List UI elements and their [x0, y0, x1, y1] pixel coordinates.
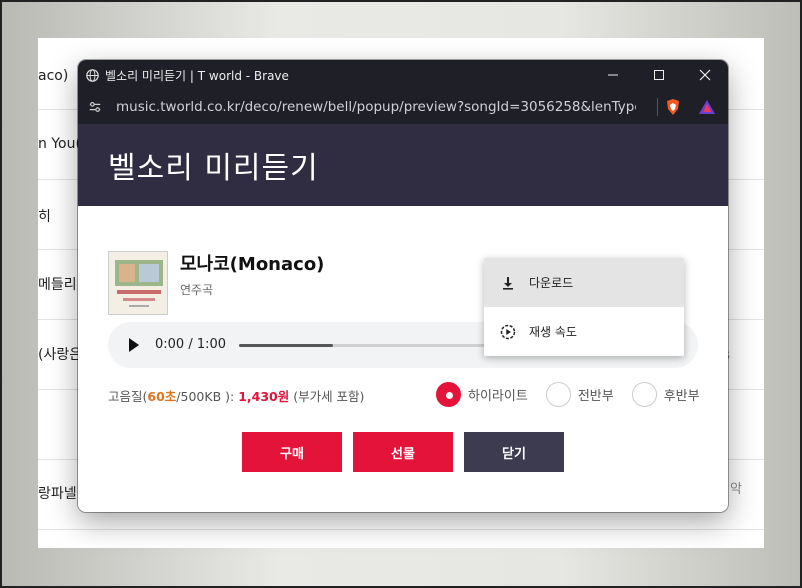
player-context-menu: 다운로드 재생 속도 — [484, 258, 684, 356]
progress-slider[interactable] — [239, 344, 499, 347]
globe-icon — [86, 68, 99, 82]
song-subtitle: 연주곡 — [180, 283, 214, 297]
tax-note: (부가세 포함) — [289, 389, 365, 404]
time-display: 0:00 / 1:00 — [155, 337, 227, 352]
play-icon[interactable] — [128, 337, 140, 353]
option-label: 하이라이트 — [468, 389, 528, 404]
bg-row-text: aco) — [38, 68, 69, 84]
option-label: 후반부 — [663, 389, 700, 404]
bg-row-text: 메들리 — [38, 277, 77, 293]
url-text[interactable]: music.tworld.co.kr/deco/renew/bell/popup… — [116, 99, 636, 115]
page-title: 벨소리 미리듣기 — [108, 151, 319, 186]
close-icon — [699, 69, 711, 81]
window-titlebar[interactable]: 벨소리 미리듣기 | T world - Brave — [78, 60, 728, 90]
radio-button[interactable] — [436, 382, 461, 407]
duration-value: 60초 — [147, 389, 177, 404]
menu-item-playback-speed[interactable]: 재생 속도 — [484, 307, 684, 356]
song-title: 모나코(Monaco) — [180, 254, 325, 275]
option-highlight[interactable]: 하이라이트 — [436, 382, 528, 407]
download-icon — [503, 276, 513, 290]
minimize-icon — [608, 74, 618, 76]
option-first-half[interactable]: 전반부 — [545, 382, 614, 407]
brave-rewards-icon[interactable] — [698, 98, 716, 116]
size-value: /500KB ): — [176, 389, 239, 404]
gift-button[interactable]: 선물 — [353, 432, 453, 472]
option-second-half[interactable]: 후반부 — [631, 382, 700, 407]
playback-speed-icon — [500, 324, 516, 339]
bg-divider — [38, 529, 764, 530]
bg-row-text: 히 — [38, 209, 51, 225]
radio-button[interactable] — [545, 382, 571, 407]
address-bar[interactable]: music.tworld.co.kr/deco/renew/bell/popup… — [78, 90, 728, 124]
site-settings-icon[interactable] — [88, 100, 102, 114]
album-art — [108, 251, 168, 315]
close-button[interactable]: 닫기 — [464, 432, 564, 472]
maximize-button[interactable] — [636, 60, 682, 90]
bg-right-text: 악 — [730, 482, 742, 497]
brave-shields-icon[interactable] — [664, 98, 682, 116]
window-controls — [590, 60, 728, 90]
menu-item-label: 다운로드 — [529, 276, 574, 290]
radio-button[interactable] — [631, 382, 657, 407]
popup-content: 모나코(Monaco) 연주곡 0:00 / 1:00 고음질(60초/500K… — [78, 206, 728, 512]
action-buttons: 구매 선물 닫기 — [242, 432, 564, 472]
price-value: 1,430원 — [238, 389, 290, 404]
bg-row-text: (사랑은 — [38, 347, 83, 363]
progress-fill — [239, 344, 333, 347]
option-label: 전반부 — [577, 389, 614, 404]
maximize-icon — [654, 70, 664, 80]
quality-label: 고음질( — [108, 389, 148, 404]
menu-item-label: 재생 속도 — [529, 325, 577, 339]
buy-button[interactable]: 구매 — [242, 432, 342, 472]
section-radio-group: 하이라이트 전반부 후반부 — [436, 382, 700, 407]
popup-header: 벨소리 미리듣기 — [78, 124, 728, 206]
minimize-button[interactable] — [590, 60, 636, 90]
price-info: 고음질(60초/500KB ): 1,430원 (부가세 포함) — [108, 386, 364, 405]
bg-row-text: n You( — [38, 136, 81, 152]
close-window-button[interactable] — [682, 60, 728, 90]
menu-item-download[interactable]: 다운로드 — [484, 258, 684, 307]
window-title: 벨소리 미리듣기 | T world - Brave — [105, 68, 289, 83]
address-separator — [657, 98, 658, 116]
album-art-image — [109, 252, 167, 314]
